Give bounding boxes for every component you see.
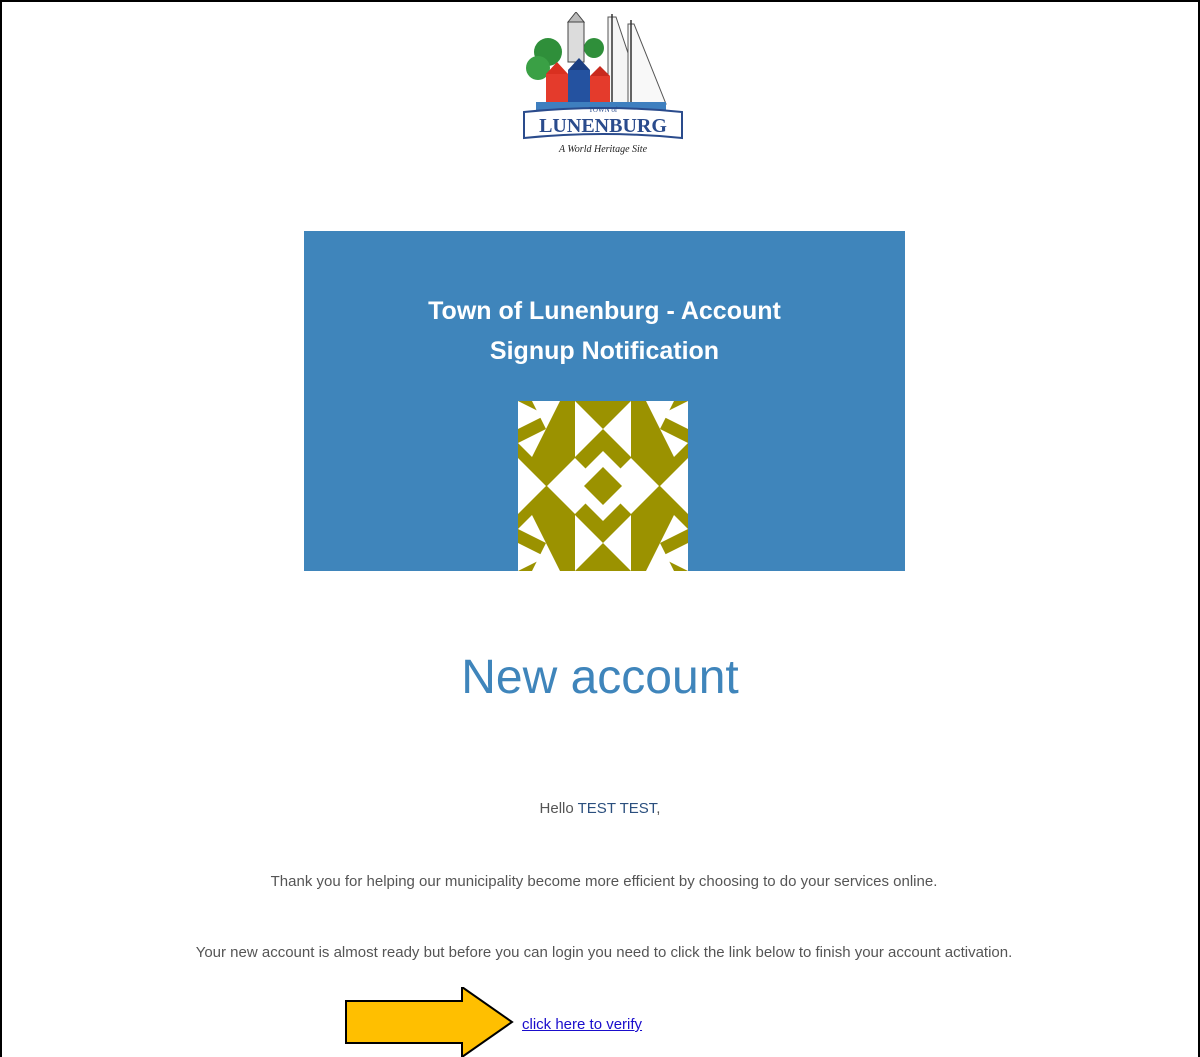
banner-title-line1: Town of Lunenburg - Account bbox=[428, 297, 781, 325]
banner-title-line2: Signup Notification bbox=[489, 337, 720, 365]
greeting-suffix: , bbox=[656, 800, 661, 817]
page-title: New account bbox=[461, 651, 739, 704]
banner-title: Town of Lunenburg - Account Signup Notif… bbox=[304, 291, 905, 371]
thank-you-paragraph: Thank you for helping our municipality b… bbox=[270, 873, 938, 890]
arrow-right-icon bbox=[345, 987, 514, 1057]
activation-paragraph: Your new account is almost ready but bef… bbox=[195, 944, 1013, 961]
svg-text:A World Heritage Site: A World Heritage Site bbox=[558, 144, 648, 155]
lunenburg-logo: TOWN of LUNENBURG A World Heritage Site bbox=[523, 12, 683, 155]
identicon-avatar bbox=[518, 401, 688, 571]
svg-text:TOWN of: TOWN of bbox=[589, 106, 618, 114]
greeting: Hello TEST TEST, bbox=[0, 800, 1200, 817]
greeting-prefix: Hello bbox=[539, 800, 574, 817]
verify-link[interactable]: click here to verify bbox=[522, 1016, 642, 1033]
notification-banner: Town of Lunenburg - Account Signup Notif… bbox=[304, 231, 905, 571]
svg-text:LUNENBURG: LUNENBURG bbox=[539, 115, 667, 137]
user-name: TEST TEST bbox=[577, 800, 657, 817]
